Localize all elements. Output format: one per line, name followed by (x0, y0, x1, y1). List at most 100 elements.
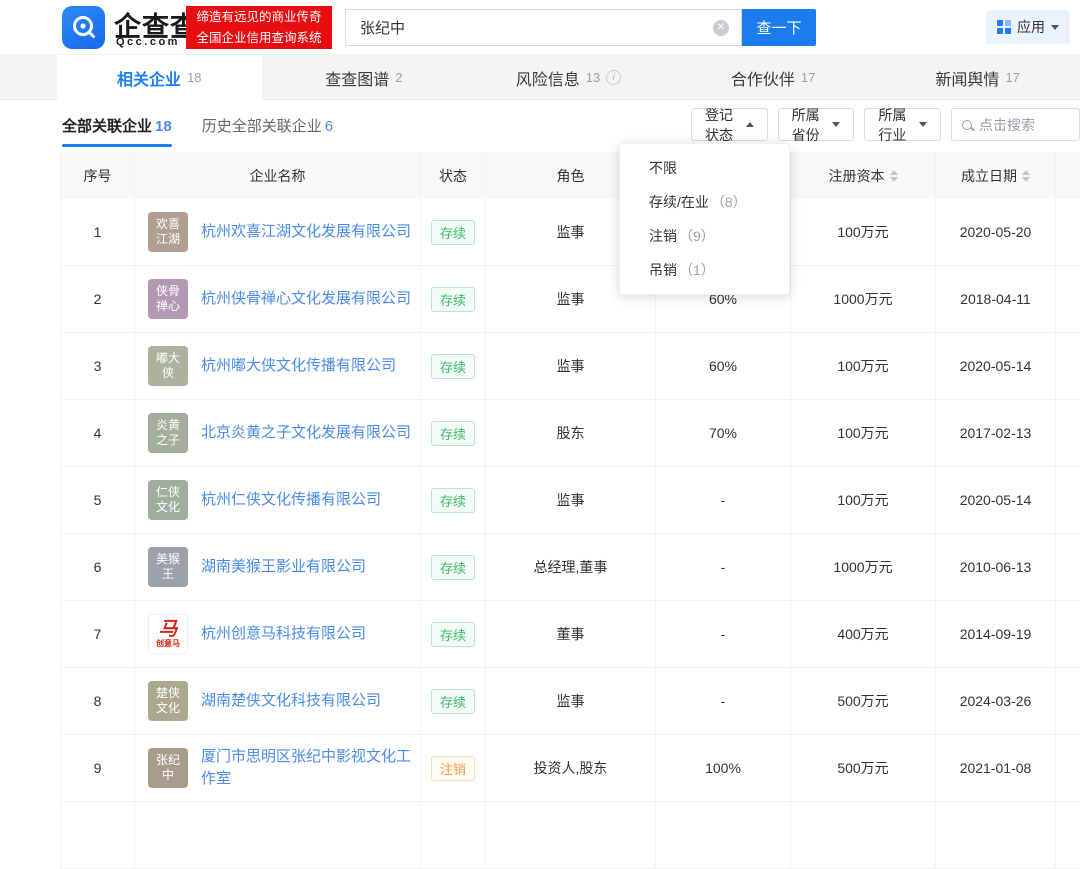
company-cell: 仁侠文化 杭州仁侠文化传播有限公司 (135, 467, 421, 533)
tab-label: 查查图谱 (325, 66, 389, 90)
status-cell: 存续 (421, 467, 486, 533)
date-cell: 2024-03-26 (936, 668, 1056, 734)
status-badge: 注销 (431, 756, 475, 781)
tab-news[interactable]: 新闻舆情 17 (875, 55, 1080, 100)
status-cell: 存续 (421, 534, 486, 600)
dropdown-item-label: 吊销 (649, 262, 677, 278)
empty-cell (61, 802, 135, 868)
row-index-cell: 6 (61, 534, 135, 600)
status-cell: 存续 (421, 400, 486, 466)
dropdown-item-cancelled[interactable]: 注销（9） (620, 219, 789, 253)
company-name-link[interactable]: 杭州侠骨禅心文化发展有限公司 (201, 288, 411, 311)
role-cell: 监事 (486, 668, 656, 734)
dropdown-item-active[interactable]: 存续/在业（8） (620, 185, 789, 219)
tab-related-companies[interactable]: 相关企业 18 (57, 55, 262, 100)
col-header-registered-capital[interactable]: 注册资本 (791, 152, 936, 199)
tab-count: 18 (187, 70, 201, 85)
status-cell: 存续 (421, 266, 486, 332)
company-name-link[interactable]: 杭州仁侠文化传播有限公司 (201, 489, 381, 512)
subtab-history-related[interactable]: 历史全部关联企业6 (202, 115, 333, 136)
company-name-link[interactable]: 杭州嘟大侠文化传播有限公司 (201, 355, 396, 378)
col-header-index: 序号 (61, 152, 135, 199)
tab-count: 2 (395, 70, 402, 85)
date-cell: 2010-06-13 (936, 534, 1056, 600)
tab-chacha-graph[interactable]: 查查图谱 2 (262, 55, 467, 100)
apps-button[interactable]: 应用 (986, 10, 1070, 44)
extra-cell (1056, 199, 1080, 265)
col-label: 成立日期 (961, 166, 1017, 186)
table-row: 8 楚侠文化 湖南楚侠文化科技有限公司 存续 监事 - 500万元 2024-0… (61, 668, 1080, 735)
extra-cell (1056, 534, 1080, 600)
company-name-link[interactable]: 湖南楚侠文化科技有限公司 (201, 690, 381, 713)
capital-cell: 500万元 (791, 668, 936, 734)
slogan-line1: 缔造有远见的商业传奇 (196, 7, 321, 27)
company-name-link[interactable]: 杭州欢喜江湖文化发展有限公司 (201, 221, 411, 244)
company-cell: 炎黄之子 北京炎黄之子文化发展有限公司 (135, 400, 421, 466)
empty-cell (135, 802, 421, 868)
filter-province[interactable]: 所属省份 (778, 108, 855, 141)
sort-icon[interactable] (1022, 170, 1030, 182)
row-index-cell: 8 (61, 668, 135, 734)
filter-industry[interactable]: 所属行业 (864, 108, 941, 141)
search-button[interactable]: 查一下 (742, 9, 816, 46)
company-logo: 嘟大侠 (148, 346, 188, 386)
ratio-cell: - (656, 601, 791, 667)
company-logo: 美猴王 (148, 547, 188, 587)
table-row: 9 张纪中 厦门市思明区张纪中影视文化工作室 注销 投资人,股东 100% 50… (61, 735, 1080, 802)
filter-label: 所属行业 (878, 105, 912, 145)
dropdown-item-revoked[interactable]: 吊销（1） (620, 253, 789, 287)
table-row: 3 嘟大侠 杭州嘟大侠文化传播有限公司 存续 监事 60% 100万元 2020… (61, 333, 1080, 400)
company-name-link[interactable]: 杭州创意马科技有限公司 (201, 623, 366, 646)
filter-label: 登记状态 (705, 105, 739, 145)
col-header-established-date[interactable]: 成立日期 (936, 152, 1056, 199)
tab-risk-info[interactable]: 风险信息 13 i (466, 55, 671, 100)
filter-registration-status[interactable]: 登记状态 (691, 108, 768, 141)
status-badge: 存续 (431, 689, 475, 714)
empty-cell (421, 802, 486, 868)
col-header-company-name: 企业名称 (135, 152, 421, 199)
company-name-link[interactable]: 北京炎黄之子文化发展有限公司 (201, 422, 411, 445)
subtab-all-related[interactable]: 全部关联企业18 (62, 115, 172, 136)
company-name-link[interactable]: 厦门市思明区张纪中影视文化工作室 (201, 746, 420, 791)
slogan-line2: 全国企业信用查询系统 (196, 28, 321, 48)
date-cell: 2020-05-14 (936, 333, 1056, 399)
table-search-input[interactable] (979, 117, 1069, 133)
company-logo: 侠骨禅心 (148, 279, 188, 319)
qcc-logo-icon[interactable] (62, 6, 105, 49)
sort-icon[interactable] (890, 170, 898, 182)
top-header: 企查查 Qcc.com 缔造有远见的商业传奇 全国企业信用查询系统 ✕ 查一下 … (0, 0, 1080, 55)
capital-cell: 1000万元 (791, 534, 936, 600)
company-logo: 炎黄之子 (148, 413, 188, 453)
dropdown-item-count: （1） (679, 262, 715, 278)
tab-label: 新闻舆情 (935, 66, 999, 90)
ratio-cell: 60% (656, 333, 791, 399)
tab-count: 13 (586, 70, 600, 85)
capital-cell: 100万元 (791, 400, 936, 466)
tab-label: 合作伙伴 (731, 66, 795, 90)
clear-search-icon[interactable]: ✕ (713, 20, 729, 36)
tab-bar: 相关企业 18 查查图谱 2 风险信息 13 i 合作伙伴 17 新闻舆情 17 (0, 55, 1080, 100)
extra-cell (1056, 735, 1080, 801)
tab-partners[interactable]: 合作伙伴 17 (671, 55, 876, 100)
tab-label: 风险信息 (516, 66, 580, 90)
capital-cell: 100万元 (791, 199, 936, 265)
empty-cell (656, 802, 791, 868)
extra-cell (1056, 266, 1080, 332)
row-index-cell: 9 (61, 735, 135, 801)
brand-slogan: 缔造有远见的商业传奇 全国企业信用查询系统 (186, 6, 332, 49)
row-index-cell: 5 (61, 467, 135, 533)
search-input[interactable] (360, 19, 690, 36)
company-name-link[interactable]: 湖南美猴王影业有限公司 (201, 556, 366, 579)
role-cell: 监事 (486, 467, 656, 533)
chevron-down-icon (1051, 25, 1059, 30)
empty-cell (791, 802, 936, 868)
date-cell: 2020-05-20 (936, 199, 1056, 265)
status-cell: 存续 (421, 333, 486, 399)
table-row-partial (61, 802, 1080, 869)
tab-count: 17 (1005, 70, 1019, 85)
dropdown-item-unlimited[interactable]: 不限 (620, 151, 789, 185)
capital-cell: 100万元 (791, 467, 936, 533)
company-cell: 侠骨禅心 杭州侠骨禅心文化发展有限公司 (135, 266, 421, 332)
dropdown-item-label: 存续/在业 (649, 194, 709, 210)
tab-count: 17 (801, 70, 815, 85)
